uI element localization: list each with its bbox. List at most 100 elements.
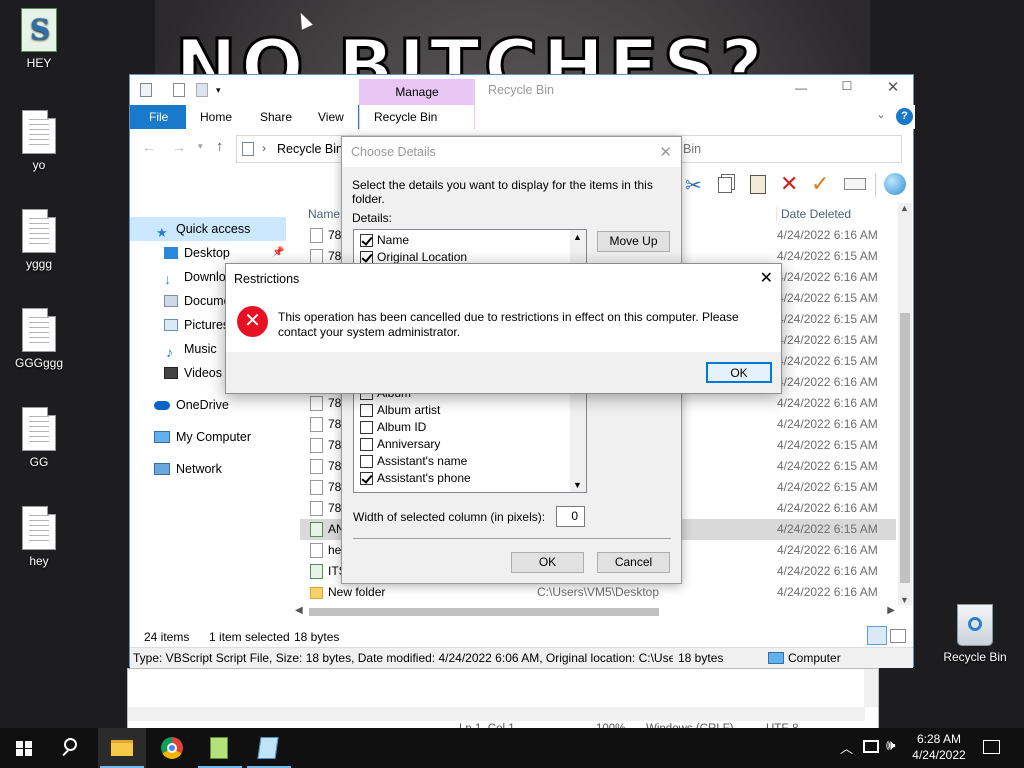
move-up-button[interactable]: Move Up — [597, 231, 670, 252]
search-button[interactable] — [48, 728, 96, 768]
checkbox[interactable] — [360, 472, 373, 485]
width-input[interactable]: 0 — [556, 506, 585, 527]
notepad-icon — [257, 737, 279, 759]
scroll-right-icon[interactable]: ▶ — [887, 605, 895, 616]
file-icon — [310, 459, 323, 474]
taskbar-chrome[interactable] — [148, 728, 196, 768]
nav-onedrive[interactable]: OneDrive — [130, 393, 286, 417]
vertical-scrollbar[interactable]: ▲ ▼ — [898, 203, 912, 605]
maximize-button[interactable]: ☐ — [832, 79, 862, 97]
clock-date[interactable]: 4/24/2022 — [908, 748, 970, 762]
notepad-scrollbar[interactable] — [864, 669, 878, 707]
forward-icon[interactable]: → — [172, 139, 186, 155]
dialog-close-icon[interactable]: ✕ — [659, 143, 672, 161]
desktop-icon-recycle-bin[interactable]: Recycle Bin — [935, 604, 1015, 664]
volume-icon[interactable]: 🕪 — [886, 737, 895, 754]
cancel-button[interactable]: Cancel — [597, 552, 670, 573]
expand-ribbon-icon[interactable]: ⌄ — [876, 107, 886, 121]
back-icon[interactable]: ← — [142, 139, 156, 155]
desktop-icon-yggg[interactable]: yggg — [0, 209, 79, 271]
tab-recycle-bin-tools[interactable]: Recycle Bin Tools — [359, 105, 475, 148]
nav-desktop[interactable]: Desktop 📌 — [130, 241, 286, 265]
table-row[interactable]: New folder C:\Users\VM5\Desktop 4/24/2022 … — [300, 582, 896, 603]
window-title: Recycle Bin — [488, 83, 554, 97]
recent-locations-icon[interactable]: ▾ — [198, 141, 203, 152]
checkbox[interactable] — [360, 438, 373, 451]
taskbar-notepad-plus[interactable] — [196, 728, 244, 768]
ok-button[interactable]: OK — [706, 362, 772, 383]
customize-qat-icon[interactable]: ▾ — [216, 85, 221, 96]
up-icon[interactable]: ↑ — [216, 138, 224, 155]
ok-button[interactable]: OK — [511, 552, 584, 573]
scroll-left-icon[interactable]: ◀ — [295, 605, 303, 616]
breadcrumb-recycle-bin[interactable]: Recycle Bin — [277, 142, 343, 156]
scroll-up-icon[interactable]: ▲ — [900, 203, 909, 213]
detail-item-name[interactable]: Name — [354, 232, 568, 249]
detail-item-assistants-phone[interactable]: Assistant's phone — [354, 470, 568, 487]
dialog-close-icon[interactable]: ✕ — [760, 268, 773, 288]
row-name: New folder — [328, 585, 386, 599]
clock-time[interactable]: 6:28 AM — [912, 732, 966, 746]
delete-icon[interactable]: ✕ — [780, 171, 798, 197]
help-icon[interactable]: ? — [896, 108, 913, 125]
new-folder-icon[interactable] — [196, 83, 208, 97]
globe-icon[interactable] — [884, 173, 906, 195]
vbscript-file-icon — [310, 564, 323, 579]
notepad-hscrollbar[interactable] — [128, 707, 865, 721]
nav-label: Desktop — [184, 246, 230, 260]
network-tray-icon[interactable] — [863, 740, 879, 753]
checkbox[interactable] — [360, 421, 373, 434]
detail-item-album-artist[interactable]: Album artist — [354, 402, 568, 419]
checkbox[interactable] — [360, 404, 373, 417]
scroll-thumb[interactable] — [900, 313, 910, 583]
detail-item-anniversary[interactable]: Anniversary — [354, 436, 568, 453]
desktop-icon-label: yggg — [25, 257, 53, 271]
desktop-icon-gg[interactable]: GG — [0, 407, 79, 469]
properties-icon[interactable] — [173, 83, 185, 97]
nav-my-computer[interactable]: My Computer — [130, 425, 286, 449]
nav-quick-access[interactable]: ★ Quick access — [130, 217, 286, 241]
show-hidden-icons-icon[interactable]: ︿ — [840, 738, 853, 757]
desktop-icon-label: Recycle Bin — [943, 650, 1007, 664]
text-file-icon — [22, 308, 56, 352]
horizontal-scrollbar[interactable]: ◀ ▶ — [295, 605, 895, 619]
scroll-down-icon[interactable]: ▼ — [573, 480, 582, 490]
wallpaper-text: NO BITCHES? — [175, 23, 768, 81]
desktop-icon-gggggg[interactable]: GGGggg — [0, 308, 79, 370]
minimize-button[interactable]: — — [786, 81, 816, 99]
scroll-up-icon[interactable]: ▲ — [573, 232, 582, 242]
desktop-icon-hey-vbs[interactable]: HEY — [0, 8, 79, 70]
row-name: he — [328, 543, 342, 557]
scroll-down-icon[interactable]: ▼ — [900, 595, 909, 605]
hscroll-thumb[interactable] — [309, 608, 659, 616]
row-date: 4/24/2022 6:16 AM — [777, 270, 878, 284]
rename-field-icon[interactable] — [844, 178, 866, 190]
column-header-name[interactable]: Name — [308, 207, 340, 221]
copy-icon[interactable] — [718, 177, 732, 193]
large-icons-view-icon[interactable] — [890, 629, 906, 643]
close-button[interactable]: ✕ — [878, 78, 908, 98]
desktop-icon-hey[interactable]: hey — [0, 506, 79, 568]
tab-home[interactable]: Home — [186, 105, 247, 129]
tab-view[interactable]: View — [304, 105, 358, 129]
desktop-icon-yo[interactable]: yo — [0, 110, 79, 172]
details-view-icon[interactable] — [867, 626, 887, 645]
cut-icon[interactable]: ✂ — [685, 173, 702, 198]
tab-share[interactable]: Share — [246, 105, 307, 129]
detail-item-album-id[interactable]: Album ID — [354, 419, 568, 436]
desktop-icon-label: hey — [29, 554, 49, 568]
column-header-date-deleted[interactable]: Date Deleted — [776, 207, 851, 221]
checkbox[interactable] — [360, 234, 373, 247]
taskbar-file-explorer[interactable] — [98, 728, 146, 768]
rename-check-icon[interactable]: ✓ — [811, 171, 829, 197]
paste-icon[interactable] — [750, 175, 766, 194]
tab-file[interactable]: File — [135, 105, 182, 129]
checkbox[interactable] — [360, 455, 373, 468]
notification-icon[interactable] — [983, 740, 1000, 754]
taskbar-notepad[interactable] — [245, 728, 293, 768]
nav-network[interactable]: Network — [130, 457, 286, 481]
pin-icon[interactable]: 📌 — [272, 241, 284, 265]
detail-item-assistants-name[interactable]: Assistant's name — [354, 453, 568, 470]
start-button[interactable] — [0, 728, 48, 768]
row-date: 4/24/2022 6:15 AM — [777, 291, 878, 305]
